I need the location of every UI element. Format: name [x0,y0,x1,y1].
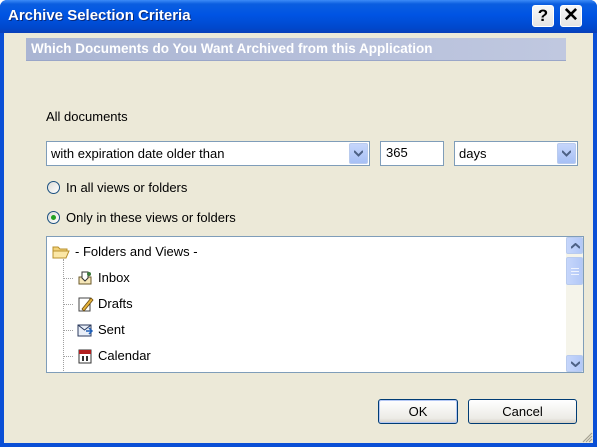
tree-root-label: - Folders and Views - [75,244,198,259]
inbox-icon [78,271,92,285]
tree-item-inbox[interactable]: Inbox [47,268,557,288]
tree-item-drafts-label: Drafts [98,296,133,311]
tree-item-sent[interactable]: Sent [47,320,557,340]
grip-line [571,271,579,272]
folder-tree[interactable]: - Folders and Views - Inbox Drafts Sent … [46,236,584,373]
radio-selected-views-label[interactable]: Only in these views or folders [66,210,236,225]
dialog-window: Archive Selection Criteria ? ✕ Which Doc… [0,0,597,447]
criteria-label: All documents [46,109,128,124]
chevron-down-icon [562,150,571,157]
tree-branch [63,356,73,357]
radio-all-views-label[interactable]: In all views or folders [66,180,187,195]
ok-button[interactable]: OK [378,399,458,424]
vertical-scrollbar[interactable] [566,237,583,372]
amount-input[interactable]: 365 [380,141,444,166]
radio-selected-dot [51,215,56,220]
condition-dropdown-button[interactable] [349,143,368,164]
scroll-up-button[interactable] [566,237,583,254]
sent-icon [77,324,94,337]
tree-item-calendar[interactable]: Calendar [47,346,557,366]
drafts-icon [78,297,94,312]
radio-all-views[interactable] [47,181,60,194]
amount-value: 365 [386,145,408,160]
condition-value: with expiration date older than [51,146,225,161]
scroll-thumb[interactable] [566,257,583,285]
tree-branch [63,330,73,331]
tree-branch [63,304,73,305]
tree-item-inbox-label: Inbox [98,270,130,285]
help-button[interactable]: ? [532,5,554,27]
condition-select[interactable]: with expiration date older than [46,141,370,166]
scroll-down-button[interactable] [566,355,583,372]
unit-select[interactable]: days [454,141,578,166]
tree-root-row[interactable]: - Folders and Views - [47,242,557,262]
unit-dropdown-button[interactable] [557,143,576,164]
tree-branch [63,278,73,279]
calendar-icon [78,349,92,364]
grip-line [571,274,579,275]
tree-item-calendar-label: Calendar [98,348,151,363]
chevron-down-icon [354,150,363,157]
tree-item-sent-label: Sent [98,322,125,337]
dialog-title: Archive Selection Criteria [8,7,191,24]
close-button[interactable]: ✕ [560,5,582,27]
radio-selected-views[interactable] [47,211,60,224]
chevron-down-icon [571,361,580,367]
grip-line [571,268,579,269]
title-bar[interactable]: Archive Selection Criteria ? ✕ [0,0,597,33]
banner-text: Which Documents do You Want Archived fro… [31,41,433,56]
tree-item-drafts[interactable]: Drafts [47,294,557,314]
resize-grip-icon[interactable] [581,431,593,443]
open-folder-icon [52,246,70,259]
chevron-up-icon [571,243,580,249]
cancel-button[interactable]: Cancel [468,399,577,424]
unit-value: days [459,146,487,161]
section-banner: Which Documents do You Want Archived fro… [26,38,566,61]
